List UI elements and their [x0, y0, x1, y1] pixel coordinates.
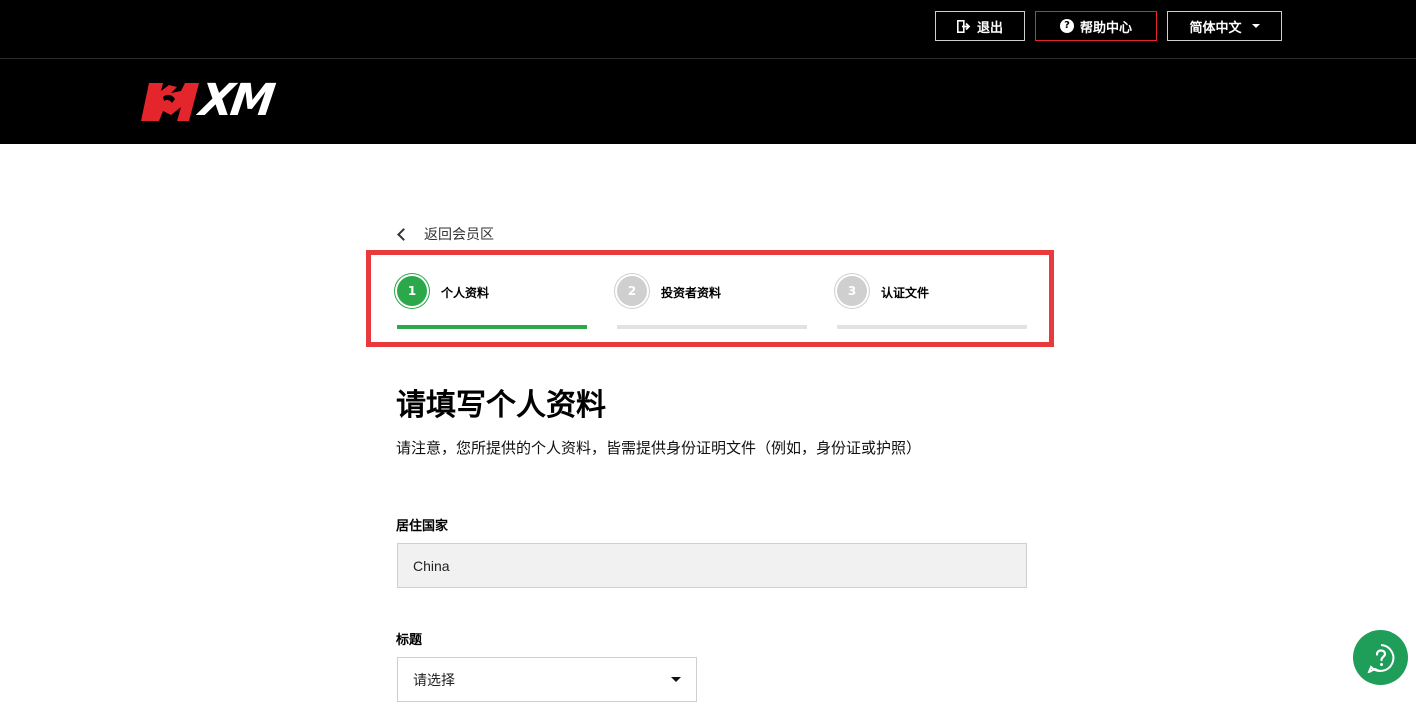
step-number: 2: [617, 276, 647, 306]
brand-bar: XM: [0, 59, 1416, 144]
country-value: China: [413, 557, 450, 574]
step-progress-bar: [837, 325, 1027, 329]
step-investor-info[interactable]: 2 投资者资料: [617, 276, 807, 332]
caret-down-icon: [671, 677, 681, 682]
back-label: 返回会员区: [424, 227, 494, 243]
id-requirement-note: 请注意，您所提供的个人资料，皆需提供身份证明文件（例如，身份证或护照）: [396, 439, 922, 457]
step-number: 3: [837, 276, 867, 306]
top-bar: 退出 ? 帮助中心 简体中文: [0, 0, 1416, 59]
step-progress-bar: [617, 325, 807, 329]
help-chat-button[interactable]: [1353, 630, 1408, 685]
logout-label: 退出: [976, 20, 1003, 36]
caret-down-icon: [1251, 24, 1260, 28]
step-label: 投资者资料: [661, 286, 722, 300]
logo-text: XM: [196, 75, 276, 126]
bull-logo-icon: [141, 83, 199, 121]
logout-icon: [956, 19, 971, 33]
title-label: 标题: [396, 633, 423, 648]
language-select[interactable]: 简体中文: [1167, 11, 1282, 41]
country-field[interactable]: China: [397, 543, 1027, 588]
step-personal-info[interactable]: 1 个人资料: [397, 276, 587, 332]
help-center-label: 帮助中心: [1079, 20, 1132, 36]
title-select[interactable]: 请选择: [397, 657, 697, 702]
back-to-members-link[interactable]: 返回会员区: [396, 224, 494, 244]
chevron-left-icon: [397, 227, 410, 241]
help-chat-icon: [1367, 643, 1394, 673]
help-circle-icon: ?: [1059, 19, 1074, 33]
logout-button[interactable]: 退出: [935, 11, 1025, 41]
step-number: 1: [397, 276, 427, 306]
xm-logo[interactable]: XM: [141, 75, 291, 126]
title-select-value: 请选择: [413, 672, 455, 689]
help-center-button[interactable]: ? 帮助中心: [1035, 11, 1157, 41]
step-label: 认证文件: [881, 286, 930, 300]
step-verification-documents[interactable]: 3 认证文件: [837, 276, 1027, 332]
step-label: 个人资料: [441, 286, 490, 300]
country-label: 居住国家: [396, 519, 449, 534]
step-progress-bar: [397, 325, 587, 329]
page-title: 请填写个人资料: [396, 388, 606, 423]
language-label: 简体中文: [1189, 20, 1242, 36]
